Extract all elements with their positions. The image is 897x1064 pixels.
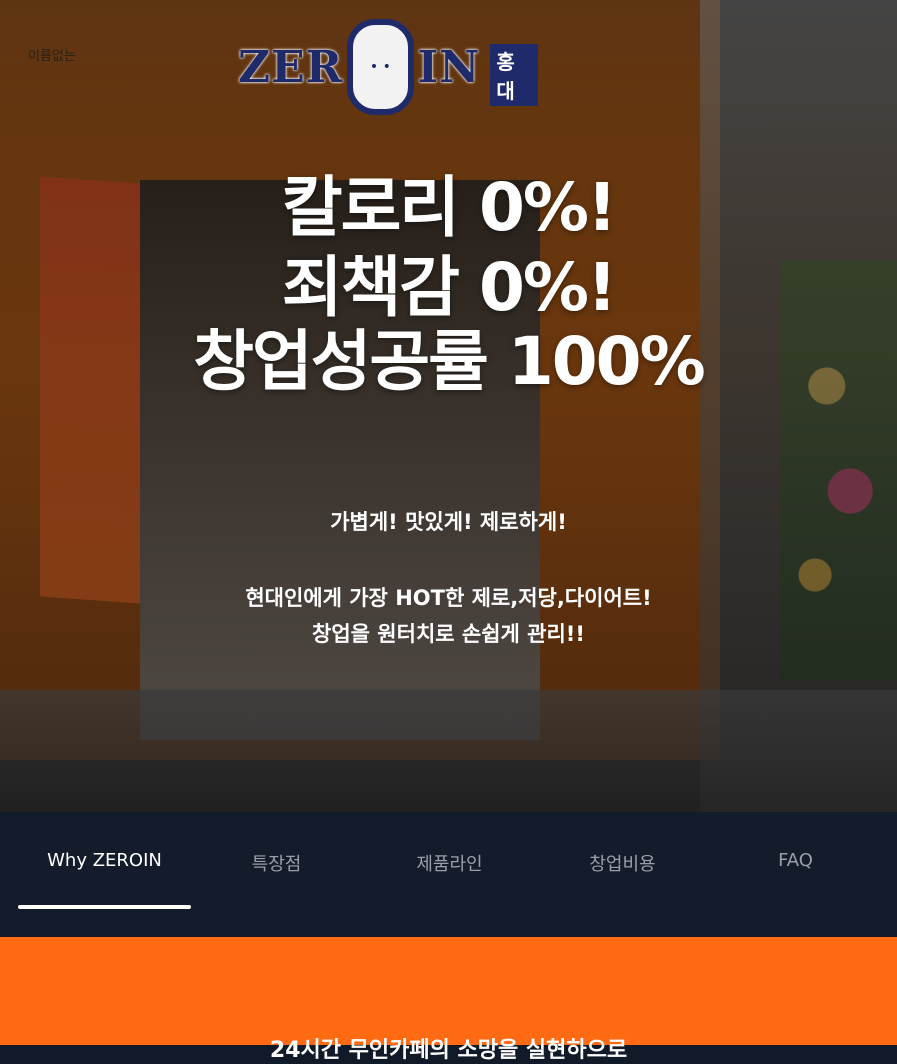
zeroin-logo: ZER • • IN 홍대 [238, 19, 538, 115]
active-tab-indicator [18, 905, 191, 909]
logo-branch: 홍대 [490, 44, 538, 106]
intro-heading: 24시간 무인카페의 소망을 실현하으로 [269, 1038, 628, 1063]
hero-banner: 이름없는 ZER • • IN 홍대 [0, 0, 897, 812]
logo-word-zer: ZER [238, 41, 344, 93]
intro-section [0, 937, 897, 1045]
tab-why-zeroin[interactable]: Why ZEROIN [18, 850, 191, 871]
sign-corner-label: 이름없는 [28, 49, 76, 64]
hero-description-line-1: 현대인에게 가장 HOT한 제로,저당,다이어트! [245, 586, 652, 610]
hero-tagline: 가볍게! 맛있게! 제로하게! [330, 510, 567, 534]
logo-eyes-icon: • • [369, 59, 391, 75]
tab-product-line[interactable]: 제품라인 [363, 850, 536, 876]
headline-line-3: 창업성공률 100% [193, 323, 705, 400]
tab-startup-cost[interactable]: 창업비용 [536, 850, 709, 876]
logo-o-mark: • • [347, 19, 414, 115]
tab-faq[interactable]: FAQ [709, 850, 882, 871]
hero-overlay [0, 0, 897, 812]
tab-features[interactable]: 특장점 [190, 850, 363, 876]
hero-description-line-2: 창업을 원터치로 손쉽게 관리!! [312, 622, 585, 646]
logo-word-in: IN [417, 41, 481, 93]
headline-line-2: 죄책감 0%! [281, 249, 617, 326]
headline-line-1: 칼로리 0%! [281, 169, 617, 246]
